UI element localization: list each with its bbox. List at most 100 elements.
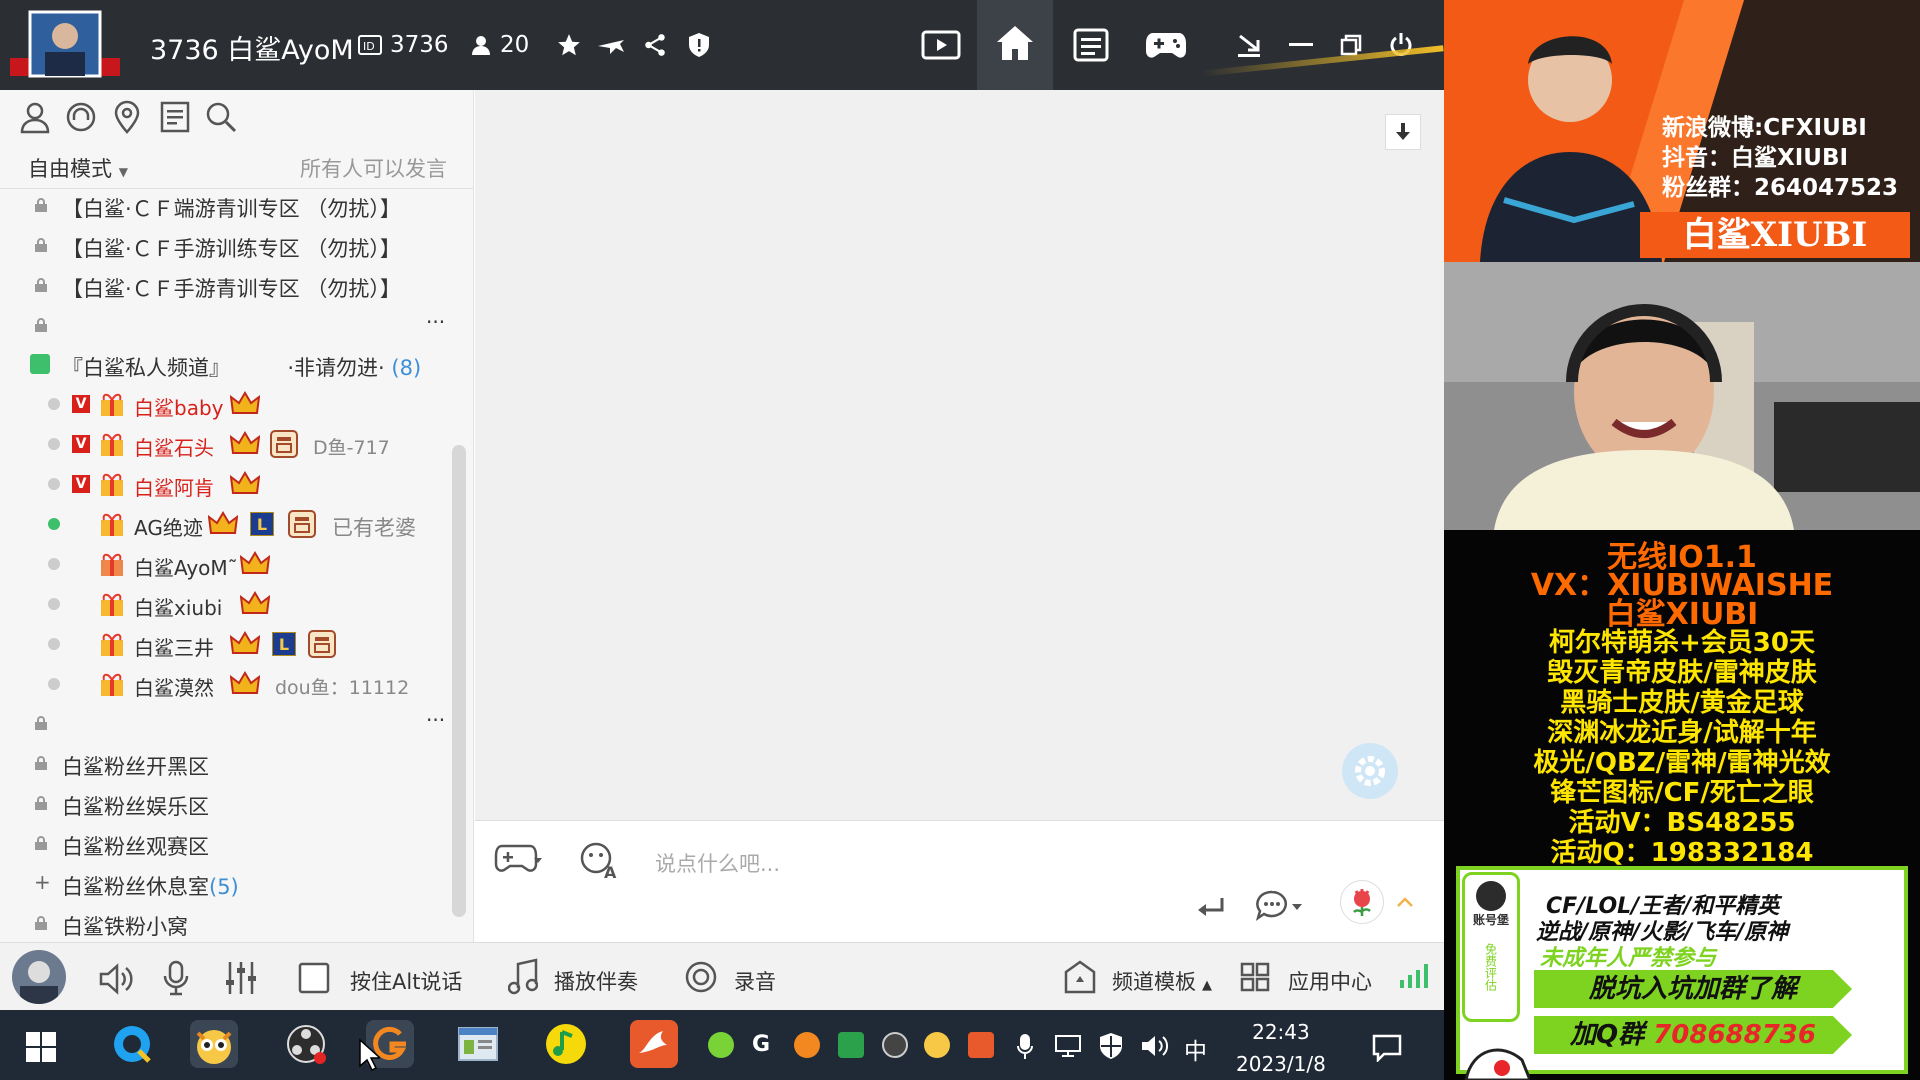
tray-shark-icon[interactable]	[968, 1032, 994, 1058]
notification-icon[interactable]	[1372, 1034, 1402, 1062]
room-id-value: 3736	[390, 32, 449, 58]
channel-item[interactable]: 白鲨铁粉小窝	[62, 911, 188, 941]
channel-item[interactable]: 白鲨粉丝开黑区	[62, 751, 209, 781]
channel-item[interactable]: 【白鲨·ＣＦ手游青训专区 （勿扰）】	[62, 273, 401, 303]
flower-gift-icon[interactable]	[1340, 880, 1384, 924]
lock-icon	[34, 198, 48, 212]
chevron-up-icon[interactable]	[1396, 896, 1414, 908]
voice-chat-icon[interactable]	[64, 100, 98, 134]
member-name[interactable]: 白鲨漠然	[134, 672, 214, 701]
taskbar-clock[interactable]: 22:43 2023/1/8	[1236, 1016, 1326, 1080]
channel-item[interactable]: 【白鲨·ＣＦ手游训练专区 （勿扰）】	[62, 233, 401, 263]
channel-item[interactable]: 白鲨粉丝休息室(5)	[62, 871, 239, 901]
lock-icon	[34, 916, 48, 930]
tray-yy-icon[interactable]	[924, 1032, 950, 1058]
sidebar-scrollbar[interactable]	[452, 445, 466, 917]
notice-icon[interactable]	[158, 100, 192, 134]
user-avatar[interactable]	[12, 950, 66, 1004]
private-channel[interactable]: 『白鲨私人频道』 ·非请勿进· (8)	[62, 352, 421, 382]
window-title: 3736 白鲨AyoM	[150, 35, 354, 66]
channel-avatar[interactable]	[10, 8, 120, 82]
floating-settings-button[interactable]	[1342, 743, 1398, 799]
favorite-icon[interactable]	[548, 24, 590, 66]
scroll-to-bottom-button[interactable]	[1385, 114, 1421, 150]
home-tab[interactable]	[977, 0, 1053, 90]
emoji-text-icon[interactable]: A	[578, 840, 620, 880]
gamepad-icon[interactable]	[1145, 24, 1187, 66]
tray-g-icon[interactable]: G	[752, 1032, 770, 1057]
badge-mascot-icon	[1476, 881, 1506, 911]
member-name[interactable]: 白鲨三井	[134, 632, 214, 661]
status-dot-online	[48, 518, 60, 530]
ad-qq-number: 708688736	[1653, 1020, 1816, 1050]
plane-icon[interactable]	[590, 24, 632, 66]
member-note: 已有老婆	[332, 516, 416, 540]
chat-message-area[interactable]	[475, 90, 1444, 820]
channel-template-icon[interactable]	[1064, 960, 1096, 994]
push-to-talk-checkbox[interactable]	[298, 962, 330, 994]
more-button[interactable]: ···	[426, 708, 445, 732]
lock-icon[interactable]	[34, 716, 48, 730]
power-icon[interactable]	[1380, 24, 1422, 66]
tray-network-app-icon[interactable]	[838, 1032, 864, 1058]
ime-indicator[interactable]: 中	[1184, 1032, 1207, 1066]
member-name[interactable]: 白鲨阿肯	[134, 472, 214, 501]
status-dot	[48, 558, 60, 570]
search-icon[interactable]	[204, 100, 238, 134]
obs-icon[interactable]	[282, 1020, 330, 1068]
lock-icon[interactable]	[34, 318, 48, 332]
game-emoji-icon[interactable]	[494, 840, 542, 880]
report-icon[interactable]	[678, 24, 720, 66]
member-name[interactable]: 白鲨baby	[134, 392, 223, 421]
ad-join-banner: 脱坑入坑加群了解	[1534, 970, 1852, 1008]
mixer-icon[interactable]	[224, 960, 258, 996]
channel-item[interactable]: 白鲨粉丝娱乐区	[62, 791, 209, 821]
tray-mic-icon[interactable]	[1016, 1032, 1034, 1060]
tray-app-icon[interactable]	[708, 1032, 734, 1058]
microphone-icon[interactable]	[162, 960, 190, 996]
status-dot	[48, 678, 60, 690]
mode-dropdown[interactable]: 自由模式 ▼	[28, 153, 128, 183]
member-name[interactable]: 白鲨xiubi	[134, 592, 222, 621]
speaker-icon[interactable]	[98, 962, 134, 996]
tray-security-icon[interactable]	[1098, 1032, 1124, 1060]
voice-control-bar	[0, 942, 1444, 1010]
channel-item[interactable]: 白鲨粉丝观赛区	[62, 831, 209, 861]
member-name[interactable]: 白鲨石头	[134, 432, 214, 461]
member-name[interactable]: 白鲨AyoM˜	[134, 552, 238, 581]
tray-obs-icon[interactable]	[882, 1032, 908, 1058]
record-icon[interactable]	[684, 960, 718, 994]
profile-icon[interactable]	[18, 100, 52, 134]
member-name[interactable]: AG绝迹	[134, 512, 203, 541]
crown-icon	[208, 511, 238, 537]
window-app-icon[interactable]	[454, 1020, 502, 1068]
play-accompaniment-label[interactable]: 播放伴奏	[554, 966, 638, 996]
ad-qq-prefix: 加Q群	[1570, 1020, 1645, 1050]
record-label[interactable]: 录音	[734, 966, 776, 996]
tray-display-icon[interactable]	[1054, 1034, 1082, 1058]
yy-voice-app-icon[interactable]	[190, 1020, 238, 1068]
download-icon[interactable]	[1228, 24, 1270, 66]
video-icon[interactable]	[920, 24, 962, 66]
music-player-icon[interactable]	[542, 1020, 590, 1068]
mode-label: 自由模式	[28, 157, 112, 181]
app-grid-icon[interactable]	[1240, 962, 1270, 992]
browser-icon[interactable]	[108, 1020, 156, 1068]
channel-item[interactable]: 【白鲨·ＣＦ端游青训专区 （勿扰）】	[62, 193, 401, 223]
location-icon[interactable]	[110, 100, 144, 134]
send-enter-icon[interactable]	[1196, 896, 1226, 920]
message-style-icon[interactable]	[1256, 890, 1306, 924]
windows-start-icon[interactable]	[26, 1032, 56, 1062]
more-button[interactable]: ···	[426, 310, 445, 334]
push-to-talk-label[interactable]: 按住Alt说话	[350, 966, 462, 996]
channel-template-label[interactable]: 频道模板 ▲	[1112, 966, 1212, 996]
app-center-label[interactable]: 应用中心	[1288, 966, 1372, 996]
music-note-icon[interactable]	[508, 958, 538, 996]
shark-app-icon[interactable]	[630, 1020, 678, 1068]
share-icon[interactable]	[634, 24, 676, 66]
tray-volume-icon[interactable]	[1140, 1034, 1170, 1058]
list-icon[interactable]	[1070, 24, 1112, 66]
tray-launcher-icon[interactable]	[794, 1032, 820, 1058]
expand-icon[interactable]: +	[34, 870, 51, 894]
chat-input[interactable]: 说点什么吧...	[655, 848, 780, 878]
